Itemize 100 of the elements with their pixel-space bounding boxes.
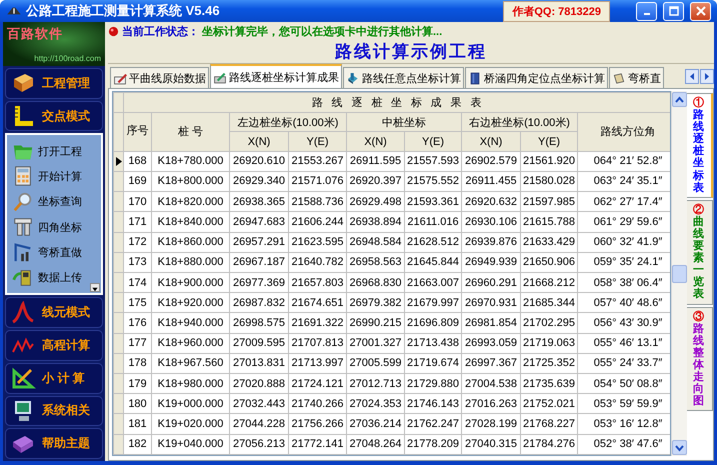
table-cell: 21768.227 (520, 414, 578, 434)
nav-item[interactable]: 坐标查询 (9, 189, 99, 214)
table-cell: K19+020.000 (152, 414, 230, 434)
table-cell: K18+900.000 (152, 272, 230, 293)
window-title: 公路工程施工测量计算系统 V5.46 (26, 2, 220, 20)
tab[interactable]: 平曲线原始数据 (110, 67, 209, 88)
table-cell: 179 (124, 374, 152, 394)
tab[interactable]: 路线任意点坐标计算 (343, 67, 464, 88)
table-cell: 176 (124, 312, 152, 334)
table-cell: 21606.244 (288, 212, 346, 232)
table-cell: 26967.187 (230, 252, 288, 272)
table-cell: 21668.212 (520, 272, 578, 293)
table-cell: 27013.831 (230, 353, 288, 374)
table-cell: 27036.214 (346, 414, 404, 434)
side-tab[interactable]: ② 曲线要素一览表 (687, 200, 713, 304)
table-cell: K18+967.560 (152, 353, 230, 374)
table-title: 路线逐桩坐标成果表 (124, 92, 670, 113)
table-cell: 174 (124, 272, 152, 293)
table-cell: 27020.888 (230, 374, 288, 394)
table-cell: 26929.340 (230, 171, 288, 192)
table-cell: K18+960.000 (152, 333, 230, 354)
table-cell: 21628.512 (404, 232, 462, 252)
table-cell: 26938.365 (230, 192, 288, 212)
tab[interactable]: 桥涵四角定位点坐标计算 (465, 67, 608, 88)
table-cell: 21719.063 (520, 333, 578, 354)
nav-button[interactable]: 高程计算 (5, 330, 103, 361)
table-cell: 27012.713 (346, 374, 404, 394)
table-cell: 173 (124, 252, 152, 272)
table-cell: 27032.443 (230, 394, 288, 414)
table-cell: 26998.575 (230, 312, 288, 334)
table-cell: 21752.021 (520, 394, 578, 414)
nav-item[interactable]: 四角坐标 (9, 214, 99, 240)
column-header: 右边桩坐标(10.00米) (462, 112, 578, 132)
table-cell: K18+880.000 (152, 252, 230, 272)
table-cell: 26929.498 (346, 192, 404, 212)
table-cell: 27024.353 (346, 394, 404, 414)
tab[interactable]: 路线逐桩坐标计算成果 (210, 64, 342, 88)
table-cell: 21784.276 (520, 434, 578, 454)
column-header: Y(E) (404, 132, 462, 152)
table-cell: K18+980.000 (152, 374, 230, 394)
table-cell: 169 (124, 171, 152, 192)
table-cell: 21611.016 (404, 212, 462, 232)
tab[interactable]: 弯桥直 (609, 67, 664, 88)
table-cell: 21561.920 (520, 151, 578, 172)
nav-button[interactable]: 系统相关 (5, 396, 103, 426)
table-cell: 27048.264 (346, 434, 404, 454)
table-cell: 27040.315 (462, 434, 520, 454)
nav-button[interactable]: 小 计 算 (5, 362, 103, 394)
table-cell: 27056.213 (230, 434, 288, 454)
logo-url: http://100road.com (34, 54, 101, 63)
table-cell: 26987.832 (230, 292, 288, 313)
side-tab[interactable]: ① 路线逐桩坐标表 (687, 93, 713, 198)
nav-item[interactable]: 打开工程 (9, 138, 99, 164)
table-cell: K18+820.000 (152, 192, 230, 212)
author-badge: 作者QQ: 7813229 (503, 0, 610, 22)
column-header: Y(E) (288, 132, 346, 152)
table-cell: 21735.639 (520, 374, 578, 394)
table-cell: 21597.985 (520, 192, 578, 212)
nav-item[interactable]: 弯桥直做 (9, 240, 99, 266)
table-cell: 26970.931 (462, 292, 520, 313)
column-header: 序号 (124, 112, 152, 152)
table-cell: 26911.455 (462, 171, 520, 192)
nav-button[interactable]: 交点模式 (5, 100, 103, 132)
column-header: Y(E) (520, 132, 578, 152)
nav-button[interactable]: 工程管理 (5, 68, 103, 99)
status-label: 当前工作状态： (122, 24, 199, 38)
table-cell: 21702.295 (520, 312, 578, 334)
table-cell: 21663.007 (404, 272, 462, 293)
table-cell: 21762.247 (404, 414, 462, 434)
column-header: 中桩坐标 (346, 112, 462, 132)
table-cell: 27001.327 (346, 333, 404, 354)
table-cell: 21756.266 (288, 414, 346, 434)
table-cell: 181 (124, 414, 152, 434)
table-cell: 182 (124, 434, 152, 454)
nav-item[interactable]: 开始计算 (9, 164, 99, 190)
table-cell: 27009.595 (230, 333, 288, 354)
table-cell: 21557.593 (404, 151, 462, 172)
table-cell: 27005.599 (346, 353, 404, 374)
table-cell: 21657.803 (288, 272, 346, 293)
table-cell: 21580.028 (520, 171, 578, 192)
column-header: X(N) (230, 132, 288, 152)
nav-button[interactable]: 线元模式 (5, 297, 103, 328)
table-cell: 26958.563 (346, 252, 404, 272)
table-cell: 21691.322 (288, 312, 346, 334)
column-header: 左边桩坐标(10.00米) (230, 112, 346, 132)
table-cell: 171 (124, 212, 152, 232)
table-cell: 21650.906 (520, 252, 578, 272)
table-cell: 168 (124, 151, 152, 172)
table-cell: 26902.579 (462, 151, 520, 172)
table-cell: 21713.438 (404, 333, 462, 354)
side-tab[interactable]: ③ 路线整体走向图 (687, 306, 713, 412)
table-cell: 26997.367 (462, 353, 520, 374)
nav-button[interactable]: 帮助主题 (5, 428, 103, 460)
column-header: X(N) (346, 132, 404, 152)
table-cell: 21685.344 (520, 292, 578, 313)
table-cell: 27016.263 (462, 394, 520, 414)
table-cell: 26947.683 (230, 212, 288, 232)
table-cell: 172 (124, 232, 152, 252)
nav-item[interactable]: 数据上传 (9, 265, 99, 290)
table-cell: 21696.809 (404, 312, 462, 334)
